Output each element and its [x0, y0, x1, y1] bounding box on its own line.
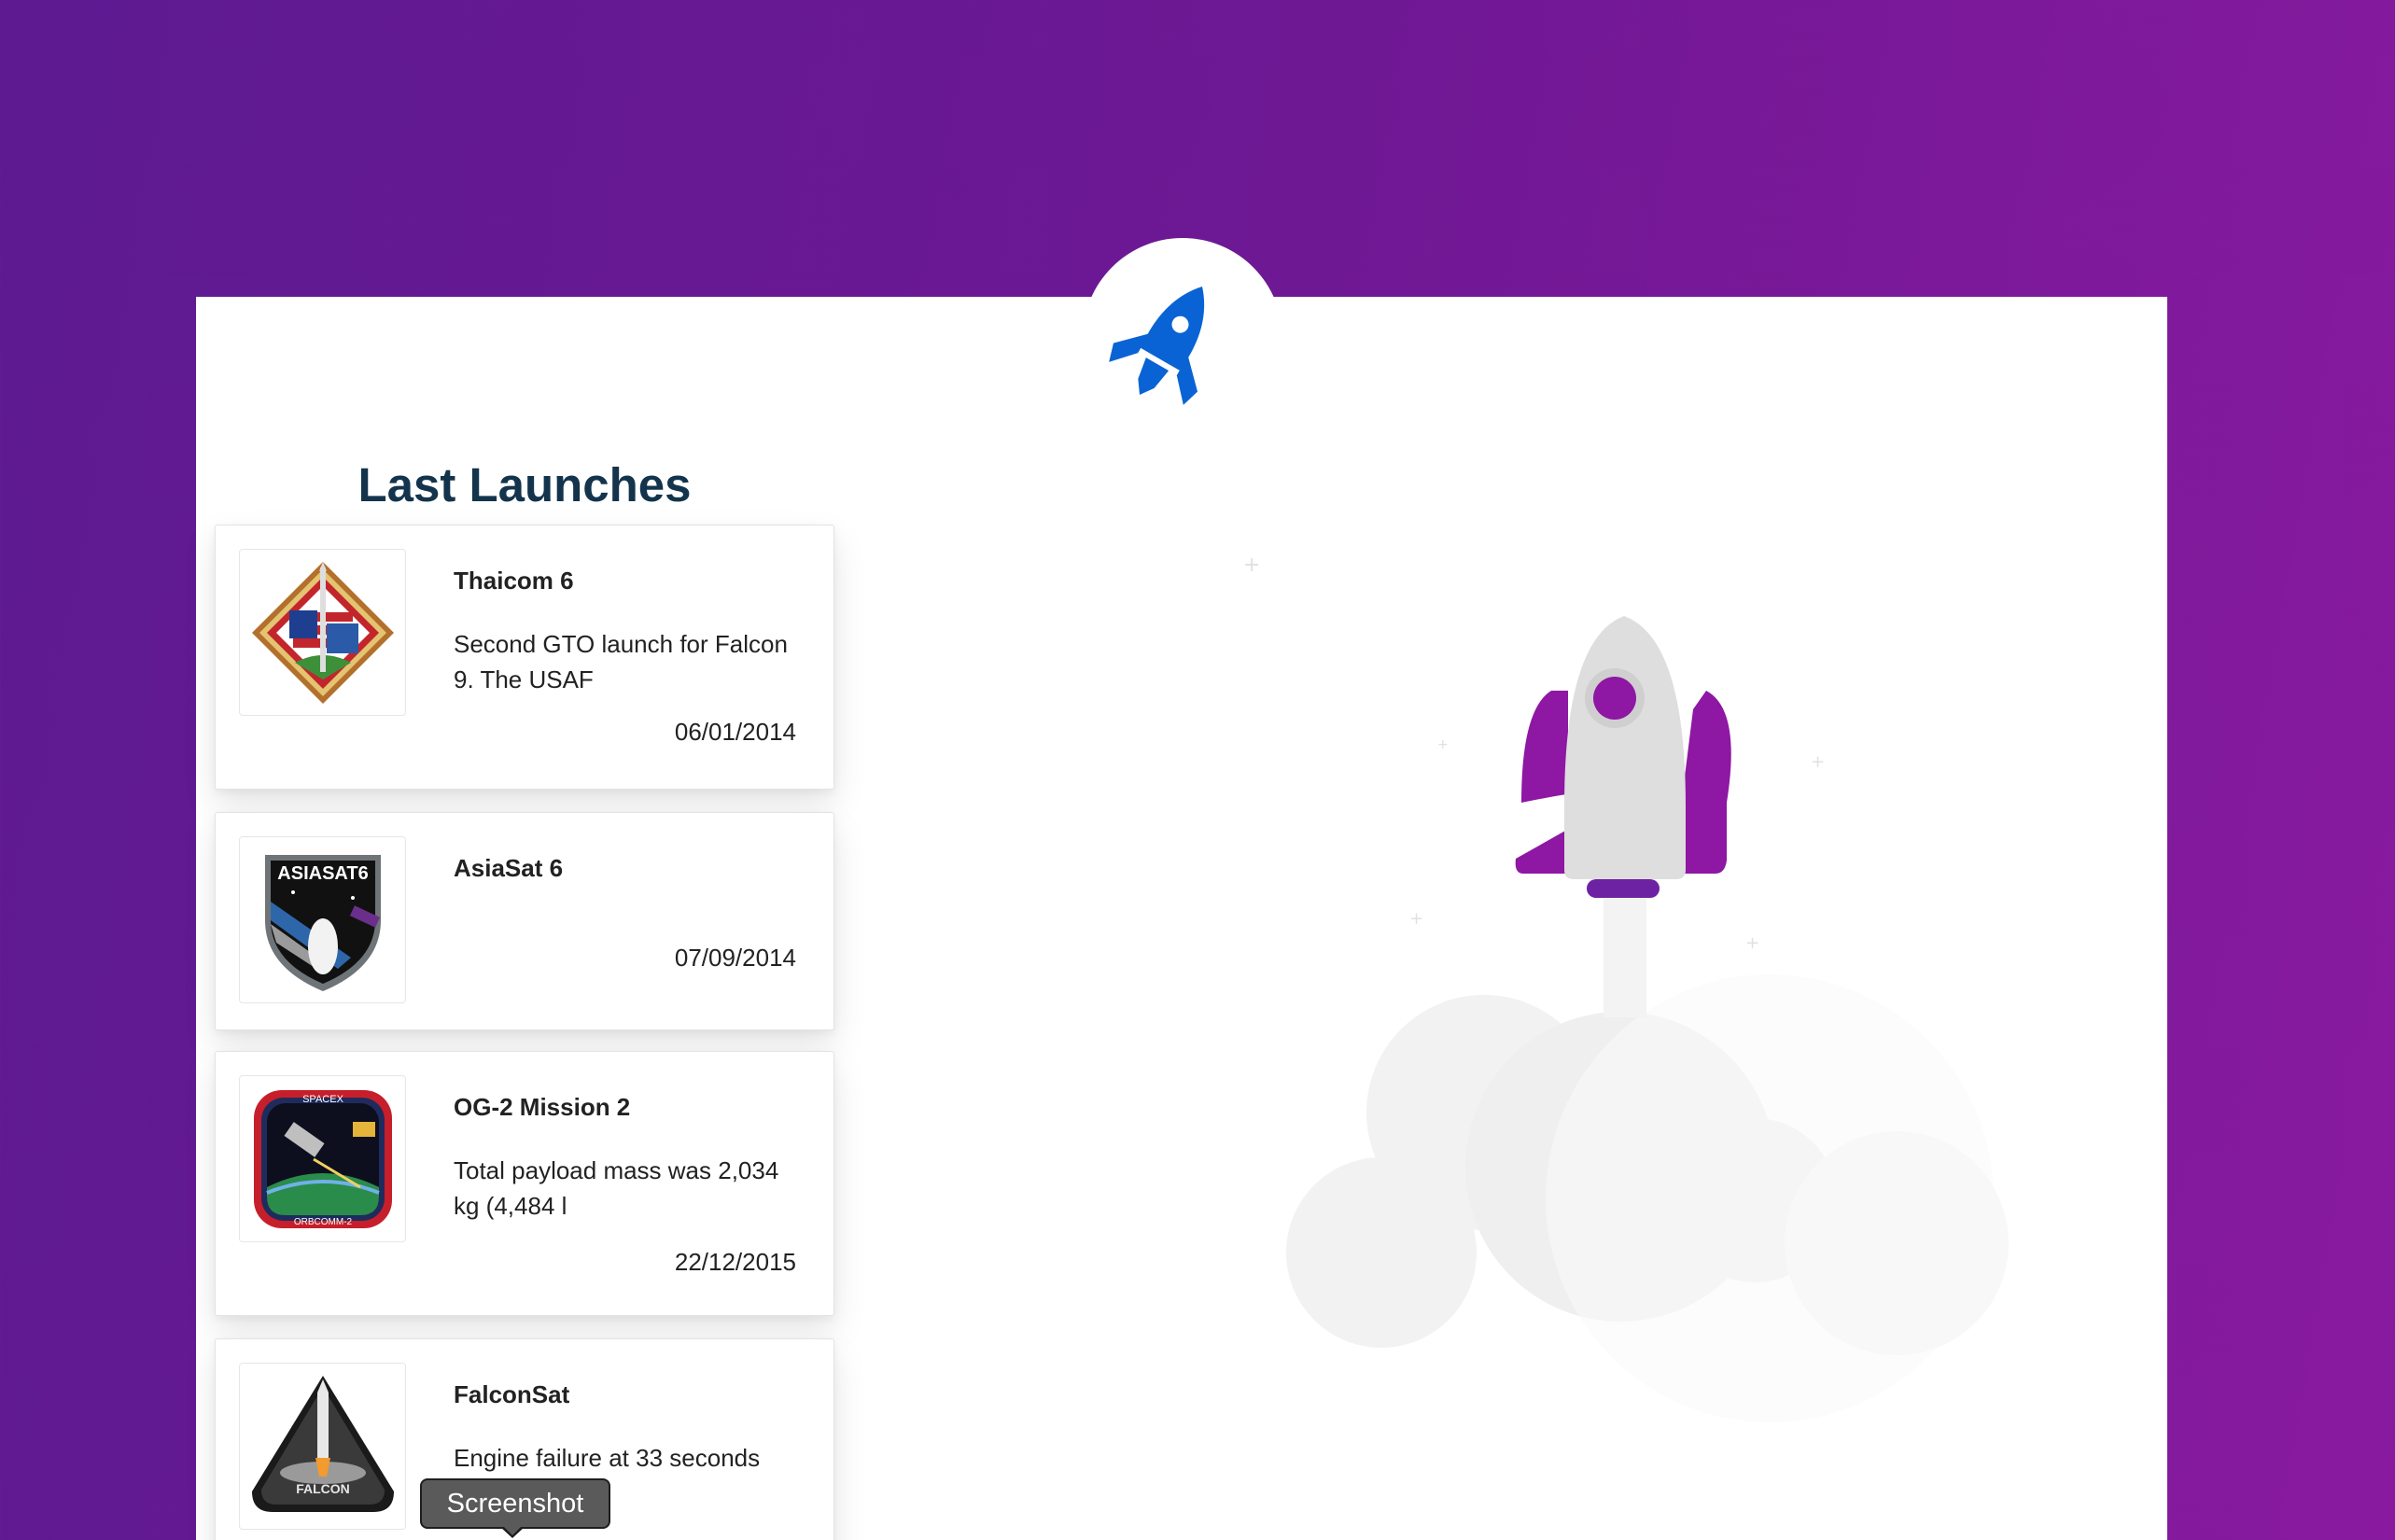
svg-text:+: +: [1811, 752, 1825, 772]
svg-text:+: +: [1409, 909, 1423, 929]
thaicom-6-mission-patch: [251, 561, 394, 704]
patch-text: FALCON: [296, 1481, 350, 1496]
launch-name: OG-2 Mission 2: [454, 1093, 631, 1121]
launch-name: AsiaSat 6: [454, 854, 564, 882]
rocket-icon: [1109, 286, 1205, 405]
mission-patch-frame: [239, 549, 406, 716]
launch-date: 22/12/2015: [674, 1248, 796, 1276]
illustration-rocket: [1515, 616, 1731, 898]
launch-description: Second GTO launch for Falcon 9. The USAF: [454, 630, 788, 693]
tooltip-arrow-inner: [503, 1526, 522, 1535]
mission-patch-frame: FALCON: [239, 1363, 406, 1530]
svg-text:+: +: [1745, 933, 1759, 953]
patch-text: ORBCOMM-2: [293, 1217, 352, 1227]
launch-name: FalconSat: [454, 1380, 570, 1408]
orbcomm-2-mission-patch: SPACEX ORBCOMM-2: [253, 1089, 392, 1228]
launch-date: 07/09/2014: [674, 944, 796, 972]
launch-card[interactable]: SPACEX ORBCOMM-2 OG-2 Mission 2 Total pa…: [215, 1051, 834, 1316]
screenshot-tooltip: Screenshot: [420, 1478, 610, 1529]
launch-name: Thaicom 6: [454, 567, 574, 595]
launch-card[interactable]: Thaicom 6 Second GTO launch for Falcon 9…: [215, 525, 834, 790]
launch-description: Engine failure at 33 seconds: [454, 1444, 761, 1472]
asiasat-6-mission-patch: ASIASAT6: [264, 854, 381, 991]
falconsat-mission-patch: FALCON: [251, 1375, 394, 1512]
launch-date: 06/01/2014: [674, 718, 796, 746]
cloud-shape: [1286, 974, 2009, 1422]
launch-card[interactable]: ASIASAT6 AsiaSat 6 07/09/2014: [215, 812, 834, 1030]
patch-text: SPACEX: [302, 1094, 343, 1105]
page-title: Last Launches: [357, 458, 692, 511]
launch-description: Total payload mass was 2,034 kg (4,484 l: [454, 1156, 779, 1220]
exhaust-trail: [1604, 877, 1646, 1017]
svg-text:+: +: [1437, 737, 1449, 752]
mission-patch-frame: ASIASAT6: [239, 836, 406, 1003]
patch-text: ASIASAT6: [277, 863, 368, 884]
mission-patch-frame: SPACEX ORBCOMM-2: [239, 1075, 406, 1242]
rocket-launch-illustration: + + + + + +: [1243, 553, 2009, 1422]
svg-text:+: +: [1243, 553, 1260, 577]
